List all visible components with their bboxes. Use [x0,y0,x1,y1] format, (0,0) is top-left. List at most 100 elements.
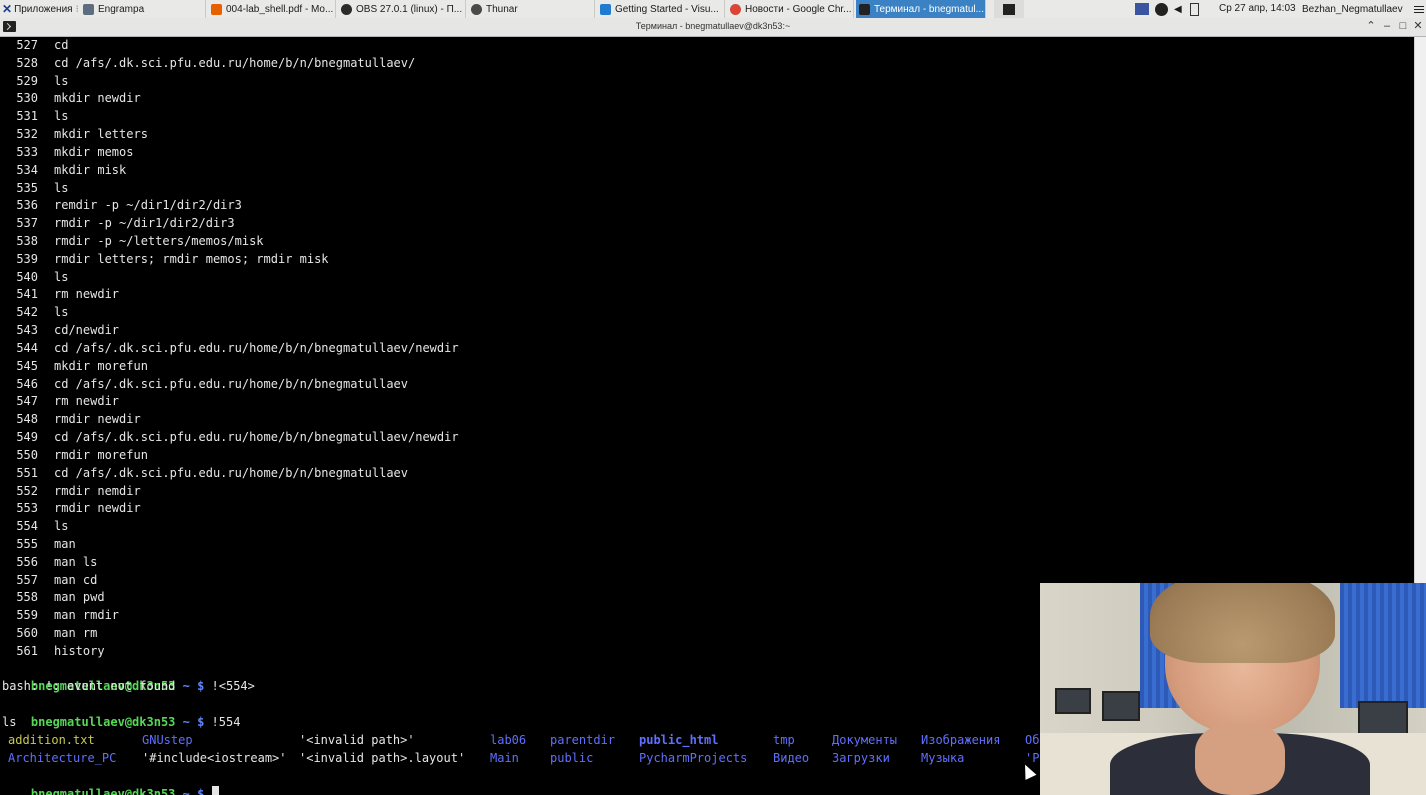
app-icon [730,3,741,15]
history-number: 560 [16,626,38,641]
terminal-launcher[interactable] [994,0,1024,18]
history-number: 538 [16,234,38,249]
history-command: cd/newdir [54,323,120,338]
history-command: ls [54,109,69,124]
taskbar-task-label: Thunar [486,3,518,15]
history-number: 528 [16,55,38,70]
history-entry: 556 man ls [2,554,97,572]
minimize-button[interactable]: – [1380,18,1394,35]
history-number: 544 [16,340,38,355]
history-command: rmdir letters; rmdir memos; rmdir misk [54,251,329,266]
history-command: mkdir letters [54,127,148,142]
taskbar-task[interactable]: Терминал - bnegmatul... [856,0,986,18]
window-titlebar[interactable]: Терминал - bnegmatullaev@dk3n53:~ ⌃ – □ … [0,18,1426,37]
history-entry: 557 man cd [2,572,97,590]
xfce-logo-icon: ✕ [2,2,13,16]
history-entry: 552 rmdir nemdir [2,483,141,501]
app-icon [341,3,352,15]
history-entry: 550 rmdir morefun [2,447,148,465]
history-command: rmdir morefun [54,447,148,462]
taskbar-task-label: Engrampa [98,3,145,15]
history-command: cd /afs/.dk.sci.pfu.edu.ru/home/b/n/bneg… [54,376,409,391]
taskbar-task[interactable]: Новости - Google Chr... [727,0,854,18]
app-icon [211,3,222,15]
history-command: rm newdir [54,394,120,409]
history-number: 558 [16,590,38,605]
person-hand [1195,723,1285,795]
ls-entry: Загрузки [832,751,890,765]
top-panel: ✕ Приложения ⁝ Engrampa 004-lab_shell.pdf… [0,0,1426,19]
history-number: 561 [16,643,38,658]
ls-entry: Видео [773,751,810,765]
history-number: 535 [16,180,38,195]
ls-entry: public_html [639,733,719,747]
taskbar-task[interactable]: 004-lab_shell.pdf - Mo... [208,0,336,18]
history-number: 542 [16,305,38,320]
user-name[interactable]: Bezhan_Negmatullaev [1302,0,1410,18]
taskbar-task-label: Новости - Google Chr... [745,3,852,15]
history-entry: 545 mkdir morefun [2,358,148,376]
app-icon [83,3,94,15]
history-entry: 539 rmdir letters; rmdir memos; rmdir mis… [2,251,329,269]
window-title: Терминал - bnegmatullaev@dk3n53:~ [635,21,791,31]
ls-entry: GNUstep [142,733,193,747]
history-entry: 534 mkdir misk [2,162,126,180]
history-number: 539 [16,251,38,266]
history-entry: 551 cd /afs/.dk.sci.pfu.edu.ru/home/b/n/b… [2,465,408,483]
history-command: rmdir nemdir [54,483,141,498]
system-tray: ◀ [1135,0,1207,18]
ls-entry: Изображения [921,733,1001,747]
history-entry: 538 rmdir -p ~/letters/memos/misk [2,233,263,251]
command-text: !554 [211,714,241,729]
network-icon[interactable] [1135,3,1149,15]
history-entry: 532 mkdir letters [2,126,148,144]
ls-entry: addition.txt [8,733,95,747]
history-entry: 560 man rm [2,625,97,643]
terminal-icon [1003,3,1015,15]
taskbar-task-label: OBS 27.0.1 (linux) - П... [356,3,463,15]
history-command: man pwd [54,590,105,605]
history-entry: 543 cd/newdir [2,322,119,340]
history-number: 554 [16,519,38,534]
taskbar-task[interactable]: Engrampa [80,0,206,18]
taskbar-task[interactable]: Getting Started - Visu... [597,0,725,18]
close-button[interactable]: ✕ [1411,18,1425,35]
history-entry: 533 mkdir memos [2,144,133,162]
history-command: rmdir newdir [54,412,141,427]
active-prompt-line[interactable]: bnegmatullaev@dk3n53 ~ $ [2,768,219,795]
window-menu-button[interactable]: ⌃ [1364,18,1378,35]
history-entry: 555 man [2,536,75,554]
taskbar-task[interactable]: OBS 27.0.1 (linux) - П... [338,0,466,18]
panel-menu-icon[interactable] [1414,0,1426,18]
ls-entry: '<invalid path>' [299,733,415,747]
history-command: man rmdir [54,608,120,623]
app-icon [600,3,611,15]
clock[interactable]: Ср 27 апр, 14:03 [1219,0,1296,18]
ls-entry: public [550,751,594,765]
history-number: 541 [16,287,38,302]
history-command: ls [54,180,69,195]
ls-entry: Main [490,751,519,765]
history-command: cd /afs/.dk.sci.pfu.edu.ru/home/b/n/bneg… [54,340,459,355]
history-number: 552 [16,483,38,498]
history-command: man ls [54,554,98,569]
taskbar-task[interactable]: Thunar [468,0,595,18]
history-number: 527 [16,38,38,52]
prompt-user: bnegmatullaev@dk3n53 [30,786,176,795]
history-number: 548 [16,412,38,427]
history-entry: 530 mkdir newdir [2,90,140,108]
obs-tray-icon[interactable] [1155,2,1168,16]
history-number: 537 [16,216,38,231]
maximize-button[interactable]: □ [1396,18,1410,35]
applications-menu[interactable]: ✕ Приложения ⁝ [0,0,78,18]
history-number: 553 [16,501,38,516]
ls-entry: PycharmProjects [639,751,748,765]
prompt-symbol: ~ $ [175,786,212,795]
battery-icon[interactable] [1189,2,1199,16]
grip-icon: ⁝ [76,4,78,15]
applications-menu-label: Приложения [14,3,73,15]
prompt-user: bnegmatullaev@dk3n53 [30,714,176,729]
volume-icon[interactable]: ◀ [1174,4,1182,15]
background-monitor [1102,691,1140,721]
taskbar-task-label: 004-lab_shell.pdf - Mo... [226,3,334,15]
